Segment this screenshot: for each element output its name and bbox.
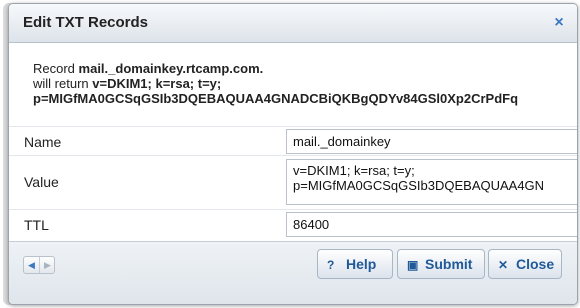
name-label: Name: [24, 134, 62, 150]
name-row: Name mail._domainkey: [9, 126, 577, 156]
help-button-label: Help: [346, 256, 377, 272]
disk-icon: ▣: [407, 258, 419, 272]
ttl-label: TTL: [24, 217, 49, 233]
submit-button-label: Submit: [425, 256, 473, 272]
submit-button[interactable]: ▣ Submit: [397, 249, 485, 279]
edit-txt-dialog: Edit TXT Records × Record mail._domainke…: [8, 3, 578, 305]
pager-next-icon[interactable]: ▶: [39, 257, 55, 273]
name-input[interactable]: mail._domainkey: [286, 129, 577, 154]
close-button[interactable]: ✕ Close: [488, 249, 562, 279]
help-button[interactable]: ? Help: [317, 249, 393, 279]
dialog-footer: ◀ ▶ ? Help ▣ Submit ✕ Close: [9, 241, 577, 304]
close-icon[interactable]: ×: [551, 15, 567, 31]
pager-prev-icon[interactable]: ◀: [24, 257, 39, 273]
record-value-line1: v=DKIM1; k=rsa; t=y;: [92, 76, 222, 91]
dialog-titlebar: Edit TXT Records ×: [9, 4, 577, 43]
value-textarea[interactable]: v=DKIM1; k=rsa; t=y; p=MIGfMA0GCSqGSIb3D…: [286, 159, 577, 205]
value-textarea-line1: v=DKIM1; k=rsa; t=y;: [293, 163, 415, 178]
record-line: Record mail._domainkey.rtcamp.com.: [33, 61, 577, 76]
record-prefix: Record: [33, 61, 79, 76]
record-name: mail._domainkey.rtcamp.com.: [78, 61, 264, 76]
ttl-row: TTL 86400: [9, 209, 577, 239]
record-value-line2-text: p=MIGfMA0GCSqGSIb3DQEBAQUAA4GNADCBiQKBgQ…: [33, 91, 519, 106]
ttl-input[interactable]: 86400: [286, 212, 577, 237]
record-value-line2: p=MIGfMA0GCSqGSIb3DQEBAQUAA4GNADCBiQKBgQ…: [33, 91, 577, 106]
value-label: Value: [24, 174, 59, 190]
record-info: Record mail._domainkey.rtcamp.com. will …: [33, 61, 577, 106]
close-button-label: Close: [516, 256, 555, 272]
pager-control: ◀ ▶: [23, 256, 55, 274]
dialog-title: Edit TXT Records: [23, 14, 149, 31]
question-icon: ?: [327, 258, 335, 272]
will-return-text: will return: [33, 76, 93, 91]
value-textarea-line2: p=MIGfMA0GCSqGSIb3DQEBAQUAA4GN: [293, 178, 545, 193]
will-return-line: will return v=DKIM1; k=rsa; t=y;: [33, 76, 577, 91]
value-row: Value v=DKIM1; k=rsa; t=y; p=MIGfMA0GCSq…: [9, 155, 577, 210]
close-icon: ✕: [498, 258, 509, 272]
